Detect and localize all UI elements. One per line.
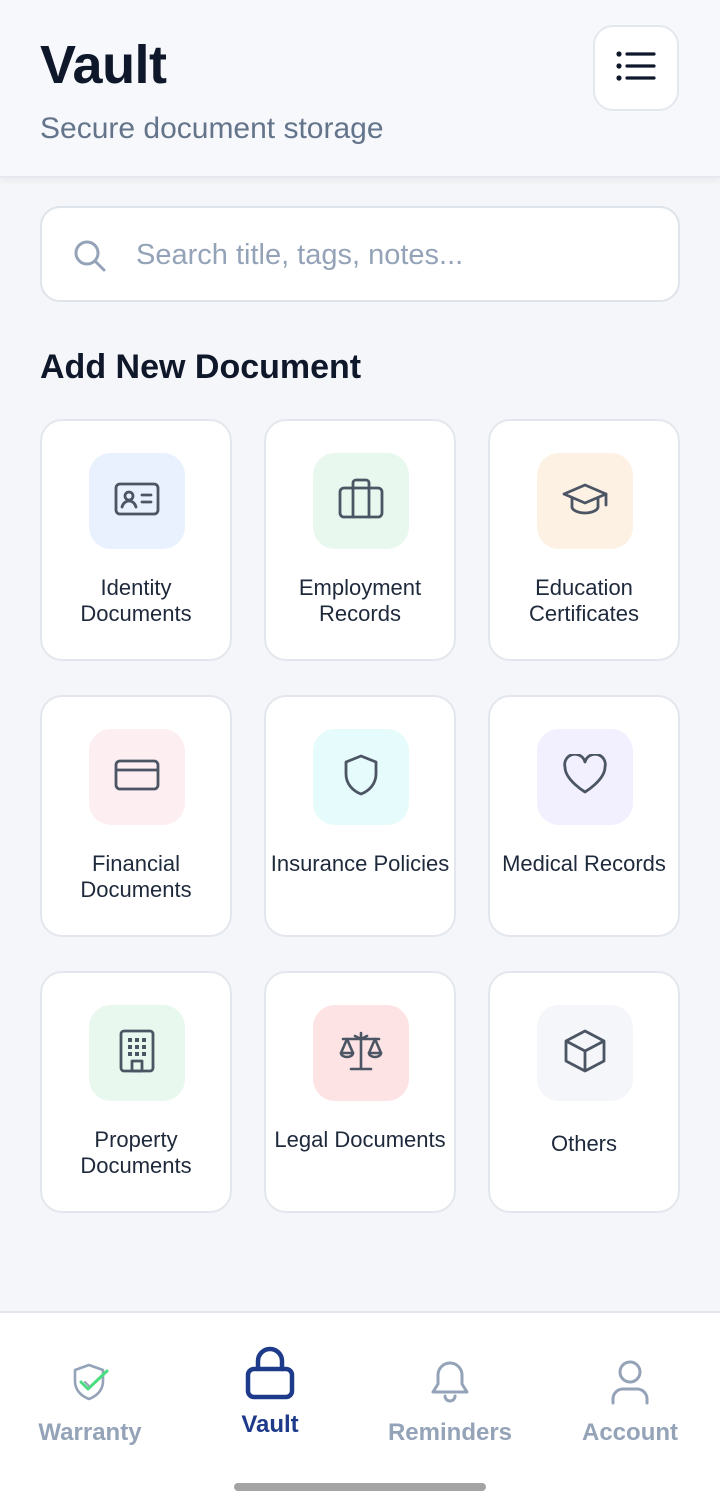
category-icon-bg <box>313 1005 409 1101</box>
page-title: Vault <box>40 35 167 95</box>
user-icon <box>609 1359 651 1410</box>
nav-label: Warranty <box>38 1419 142 1446</box>
category-label: Financial Documents <box>80 851 192 902</box>
category-card-others[interactable]: Others <box>488 971 680 1213</box>
category-icon-bg <box>89 729 185 825</box>
nav-label: Account <box>582 1419 678 1446</box>
nav-item-reminders[interactable]: Reminders <box>360 1313 540 1463</box>
shield-check-icon <box>69 1361 111 1408</box>
credit-card-icon <box>114 758 160 797</box>
list-icon <box>616 50 656 86</box>
category-icon-bg <box>537 729 633 825</box>
section-title: Add New Document <box>40 348 362 386</box>
category-icon-bg <box>89 453 185 549</box>
nav-item-vault[interactable]: Vault <box>180 1313 360 1463</box>
page-subtitle: Secure document storage <box>40 112 384 145</box>
category-card-identity[interactable]: Identity Documents <box>40 419 232 661</box>
id-card-icon <box>114 481 160 522</box>
category-card-employment[interactable]: Employment Records <box>264 419 456 661</box>
nav-label: Reminders <box>387 1419 513 1446</box>
category-label: Medical Records <box>502 851 666 876</box>
category-label: Others <box>550 1131 618 1156</box>
menu-button[interactable] <box>593 25 679 111</box>
category-label: Identity Documents <box>80 575 192 626</box>
lock-icon <box>244 1345 296 1406</box>
category-icon-bg <box>537 453 633 549</box>
category-icon-bg <box>313 453 409 549</box>
box-icon <box>563 1028 607 1079</box>
briefcase-icon <box>338 478 384 525</box>
home-indicator <box>234 1483 486 1491</box>
app-header: Vault Secure document storage <box>0 0 720 178</box>
search-input[interactable] <box>136 228 656 282</box>
scale-icon <box>337 1030 385 1077</box>
graduation-cap-icon <box>561 481 609 522</box>
search-bar[interactable] <box>40 206 680 302</box>
category-label: Legal Documents <box>274 1127 446 1152</box>
nav-item-warranty[interactable]: Warranty <box>0 1313 180 1463</box>
category-card-legal[interactable]: Legal Documents <box>264 971 456 1213</box>
nav-label: Vault <box>241 1411 299 1438</box>
building-icon <box>118 1029 156 1078</box>
heart-icon <box>562 752 608 801</box>
category-label: Education Certificates <box>528 575 640 626</box>
shield-icon <box>341 753 381 802</box>
category-label: Insurance Policies <box>270 851 450 876</box>
category-icon-bg <box>89 1005 185 1101</box>
category-card-medical[interactable]: Medical Records <box>488 695 680 937</box>
category-grid: Identity Documents Employment Records Ed… <box>40 419 680 1213</box>
category-card-education[interactable]: Education Certificates <box>488 419 680 661</box>
category-label: Employment Records <box>298 575 422 626</box>
category-card-insurance[interactable]: Insurance Policies <box>264 695 456 937</box>
bottom-nav: Warranty Vault Reminders Account <box>0 1311 720 1502</box>
bell-icon <box>427 1359 473 1410</box>
category-card-financial[interactable]: Financial Documents <box>40 695 232 937</box>
category-icon-bg <box>313 729 409 825</box>
search-icon <box>72 238 108 279</box>
category-label: Property Documents <box>80 1127 192 1178</box>
category-icon-bg <box>537 1005 633 1101</box>
nav-item-account[interactable]: Account <box>540 1313 720 1463</box>
category-card-property[interactable]: Property Documents <box>40 971 232 1213</box>
